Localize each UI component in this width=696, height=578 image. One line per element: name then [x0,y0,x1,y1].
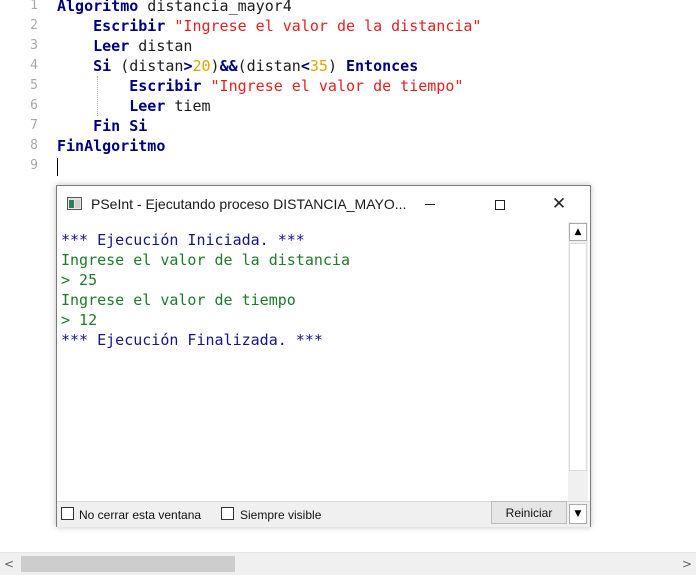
maximize-icon [495,199,505,210]
maximize-button[interactable] [477,186,523,222]
indent-guide [97,76,98,116]
line-number: 5 [30,78,38,93]
close-icon: ✕ [551,194,567,214]
horizontal-scroll-thumb[interactable] [21,556,235,572]
code-token: Escribir [129,77,202,95]
always-visible-label[interactable]: Siempre visible [240,502,321,527]
code-token: 35 [309,57,328,75]
no-close-checkbox[interactable] [61,507,74,520]
line-number: 3 [30,38,38,53]
always-visible-checkbox[interactable] [221,507,234,520]
close-button[interactable]: ✕ [536,186,582,222]
code-token: && [219,57,238,75]
console-line: Ingrese el valor de tiempo [61,291,296,309]
code-token: Leer [129,97,166,115]
code-token: 20 [192,57,211,75]
line-number: 4 [30,58,38,73]
line-number: 2 [30,18,38,33]
code-token: Si [93,57,112,75]
code-line[interactable]: Escribir "Ingrese el valor de tiempo" [57,76,463,96]
scroll-up-icon[interactable]: ▲ [569,223,587,241]
line-number: 6 [30,98,38,113]
horizontal-scrollbar[interactable]: < > [0,552,696,575]
scroll-right-icon[interactable]: > [678,553,696,575]
code-token: FinAlgoritmo [57,137,166,155]
window-titlebar[interactable]: PSeInt - Ejecutando proceso DISTANCIA_MA… [57,186,590,222]
console-output[interactable]: *** Ejecución Iniciada. *** Ingrese el va… [57,222,568,500]
code-token: tiem [165,97,211,115]
code-line[interactable]: Si (distan>20)&&(distan<35) Entonces [57,56,418,76]
window-title: PSeInt - Ejecutando proceso DISTANCIA_MA… [91,196,407,212]
code-line[interactable]: Leer tiem [57,96,211,116]
console-line: Ingrese el valor de la distancia [61,251,350,269]
code-line[interactable]: Fin Si [57,116,147,136]
code-line[interactable]: FinAlgoritmo [57,136,165,156]
console-line: *** Ejecución Iniciada. *** [61,231,305,249]
code-token: Leer [93,37,130,55]
code-token: "Ingrese el valor de tiempo" [210,77,464,95]
console-line: > 25 [61,271,98,289]
code-token: distancia_mayor4 [138,0,292,15]
scroll-down-icon[interactable]: ▼ [569,504,587,524]
pseint-app-icon [67,197,82,210]
code-token: distan [129,37,193,55]
minimize-icon [425,204,435,205]
console-line: *** Ejecución Finalizada. *** [61,331,323,349]
code-token: ) [327,57,346,75]
vertical-scrollbar[interactable]: ▲ [568,222,588,501]
vertical-scroll-thumb[interactable] [569,243,587,471]
code-line[interactable]: Escribir "Ingrese el valor de la distanc… [57,16,481,36]
console-line: > 12 [61,311,98,329]
line-number: 8 [30,138,38,153]
code-token: Escribir [93,17,166,35]
line-number: 1 [30,0,38,13]
scroll-left-icon[interactable]: < [0,553,18,575]
minimize-button[interactable] [407,186,453,222]
code-token: < [300,57,310,75]
code-token: "Ingrese el valor de la distancia" [174,17,482,35]
reset-button[interactable]: Reiniciar [491,501,567,524]
code-token: Fin Si [93,117,148,135]
line-number: 9 [30,158,38,173]
code-line[interactable]: Algoritmo distancia_mayor4 [57,0,292,16]
no-close-label[interactable]: No cerrar esta ventana [79,502,201,527]
code-line[interactable]: Leer distan [57,36,192,56]
code-token: Entonces [346,57,419,75]
line-number: 7 [30,118,38,133]
code-token: (distan [111,57,184,75]
code-token: (distan [237,57,301,75]
text-caret [57,158,58,176]
code-token: Algoritmo [57,0,139,15]
execution-window[interactable]: PSeInt - Ejecutando proceso DISTANCIA_MA… [56,185,591,527]
code-token: ) [210,57,220,75]
window-bottom-bar: No cerrar esta ventana Siempre visible R… [57,501,590,527]
scroll-down-area: ▼ [568,502,588,526]
